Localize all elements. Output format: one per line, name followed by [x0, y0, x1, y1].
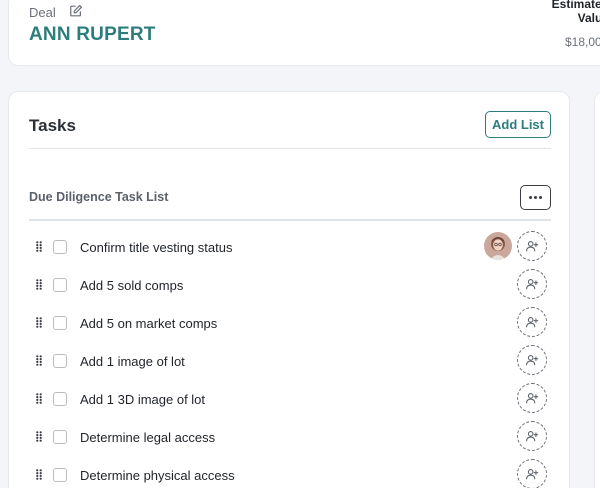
task-row[interactable]: Add 5 sold comps: [29, 269, 551, 303]
task-label: Add 5 sold comps: [80, 278, 184, 293]
estimated-value: $18,00: [565, 35, 600, 49]
task-row[interactable]: Determine legal access: [29, 421, 551, 455]
assign-user-button[interactable]: [517, 421, 547, 451]
drag-handle-icon[interactable]: [36, 241, 42, 252]
assign-user-button[interactable]: [517, 345, 547, 375]
drag-handle-icon[interactable]: [36, 355, 42, 366]
task-list-menu-button[interactable]: [520, 185, 551, 210]
task-row[interactable]: Add 1 image of lot: [29, 345, 551, 379]
task-label: Determine legal access: [80, 430, 216, 445]
task-checkbox[interactable]: [53, 430, 67, 444]
task-label: Add 1 image of lot: [80, 354, 185, 369]
add-user-icon: [526, 431, 539, 442]
drag-handle-icon[interactable]: [36, 393, 42, 404]
side-panel-card: [594, 91, 600, 488]
task-row[interactable]: Determine physical access: [29, 459, 551, 488]
drag-handle-icon[interactable]: [36, 279, 42, 290]
add-user-icon: [526, 317, 539, 328]
add-user-icon: [526, 241, 539, 252]
deal-label: Deal: [29, 5, 56, 20]
task-checkbox[interactable]: [53, 468, 67, 482]
task-label: Add 1 3D image of lot: [80, 392, 206, 407]
edit-icon[interactable]: [69, 4, 83, 18]
add-user-icon: [526, 469, 539, 480]
drag-handle-icon[interactable]: [36, 469, 42, 480]
task-checkbox[interactable]: [53, 354, 67, 368]
task-label: Confirm title vesting status: [80, 240, 233, 255]
task-checkbox[interactable]: [53, 240, 67, 254]
task-row[interactable]: Add 5 on market comps: [29, 307, 551, 341]
assign-user-button[interactable]: [517, 459, 547, 488]
more-dot: [534, 196, 537, 199]
deal-name: ANN RUPERT: [29, 24, 156, 45]
add-list-button[interactable]: Add List: [485, 111, 551, 138]
add-user-icon: [526, 355, 539, 366]
task-list-title: Due Diligence Task List: [29, 190, 169, 204]
task-checkbox[interactable]: [53, 278, 67, 292]
tasks-card: Tasks Add List Due Diligence Task List C…: [8, 91, 570, 488]
more-dot: [539, 196, 542, 199]
add-user-icon: [526, 393, 539, 404]
assign-user-button[interactable]: [517, 383, 547, 413]
assign-user-button[interactable]: [517, 269, 547, 299]
assign-user-button[interactable]: [517, 307, 547, 337]
task-row[interactable]: Confirm title vesting status: [29, 231, 551, 265]
task-checkbox[interactable]: [53, 316, 67, 330]
tasks-divider: [29, 148, 551, 149]
assign-user-button[interactable]: [517, 231, 547, 261]
assignee-avatar[interactable]: [484, 232, 512, 260]
task-row[interactable]: Add 1 3D image of lot: [29, 383, 551, 417]
task-label: Add 5 on market comps: [80, 316, 218, 331]
deal-header-card: Deal ANN RUPERT Estimated Value $18,00: [8, 0, 600, 66]
drag-handle-icon[interactable]: [36, 317, 42, 328]
tasks-title: Tasks: [29, 116, 76, 135]
drag-handle-icon[interactable]: [36, 431, 42, 442]
estimated-value-label: Estimated Value: [551, 0, 600, 25]
task-label: Determine physical access: [80, 468, 235, 483]
task-checkbox[interactable]: [53, 392, 67, 406]
more-dot: [529, 196, 532, 199]
task-list-divider: [29, 219, 551, 221]
add-user-icon: [526, 279, 539, 290]
